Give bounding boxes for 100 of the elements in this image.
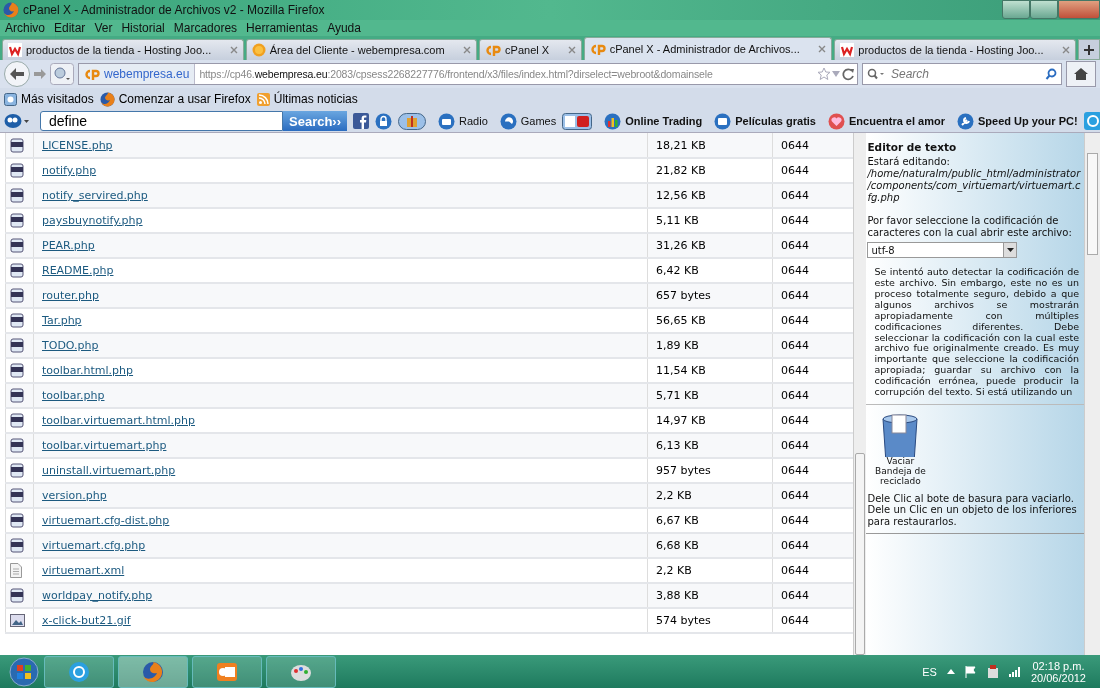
toolbar-link[interactable]: Encuentra el amor <box>828 112 945 130</box>
close-button[interactable] <box>1058 0 1100 19</box>
file-link[interactable]: router.php <box>42 289 99 302</box>
power-icon[interactable] <box>986 664 999 679</box>
file-link[interactable]: virtuemart.xml <box>42 564 125 577</box>
address-bar[interactable]: webempresa.eu https://cp46.webempresa.eu:2083/cpsess2268227776/frontend/x3/files/index.html?dirselect=webroot&domainsele <box>78 63 858 85</box>
file-link[interactable]: toolbar.html.php <box>42 364 134 377</box>
browser-tab[interactable]: Área del Cliente - webempresa.com <box>245 39 478 60</box>
clock-date[interactable]: 20/06/2012 <box>1030 671 1086 684</box>
file-link[interactable]: toolbar.virtuemart.php <box>42 439 167 452</box>
table-cell: 31,26 KB <box>647 233 773 258</box>
trash-bin-icon[interactable] <box>880 413 921 458</box>
taskbar-button[interactable] <box>118 655 188 688</box>
file-link[interactable]: uninstall.virtuemart.php <box>42 464 176 477</box>
search-field[interactable]: define <box>40 111 283 131</box>
file-link[interactable]: notify_servired.php <box>42 189 148 202</box>
close-icon[interactable] <box>818 45 827 53</box>
home-button[interactable] <box>1066 61 1096 87</box>
dropdown-icon[interactable] <box>831 70 841 78</box>
maximize-button[interactable] <box>1030 0 1058 19</box>
php-file-icon <box>10 137 24 153</box>
lock-icon[interactable] <box>375 112 393 130</box>
file-link[interactable]: PEAR.php <box>42 239 95 252</box>
bookmark-link[interactable]: Más visitados <box>21 92 94 106</box>
menu-item[interactable]: Marcadores <box>173 21 238 35</box>
toolbar-link[interactable]: Games <box>499 112 557 130</box>
scrollbar[interactable] <box>1084 133 1100 655</box>
menu-item[interactable]: Herramientas <box>246 21 319 35</box>
url-text: https://cp46.webempresa.eu:2083/cpsess2268227776/frontend/x3/files/index.html?dirselect=webroot&domainsele <box>198 68 714 80</box>
start-button[interactable] <box>8 656 40 687</box>
browser-tab[interactable]: productos de la tienda - Hosting Joo... <box>834 39 1077 60</box>
home-icon <box>1073 67 1089 81</box>
w-logo-icon <box>840 43 855 57</box>
bookmark-link[interactable]: Últimas noticias <box>273 92 358 106</box>
browser-tab[interactable]: productos de la tienda - Hosting Joo... <box>2 39 244 60</box>
encoding-prompt: Por favor seleccione la codificación de caracteres con la cual abrir este archivo: <box>867 215 1073 239</box>
rss-feed-icon <box>256 92 270 106</box>
language-indicator[interactable]: ES <box>922 665 937 678</box>
file-link[interactable]: notify.php <box>42 164 97 177</box>
table-cell: 0644 <box>772 583 854 608</box>
close-icon[interactable] <box>567 46 576 54</box>
toolbar-link[interactable]: Radio <box>438 112 488 130</box>
php-file-icon <box>10 463 24 478</box>
panel-title: Editor de texto <box>867 141 958 153</box>
menu-item[interactable]: Archivo <box>5 21 45 35</box>
browser-tab[interactable]: cPanel X <box>479 39 582 60</box>
file-link[interactable]: worldpay_notify.php <box>42 589 153 602</box>
php-file-icon <box>10 338 24 353</box>
image-file-icon <box>10 614 25 627</box>
menu-item[interactable]: Ver <box>94 21 113 35</box>
php-file-icon <box>10 538 24 553</box>
file-path-text: Estará editando: /home/naturalm/public_html/administrator/components/com_virtuemart/virtuemart.cfg.php <box>867 156 1082 204</box>
close-icon[interactable] <box>1062 46 1071 54</box>
search-icon[interactable] <box>1045 67 1057 81</box>
eyes-logo-icon[interactable] <box>4 113 30 129</box>
php-file-icon <box>10 363 24 378</box>
file-link[interactable]: virtuemart.cfg-dist.php <box>42 514 170 527</box>
file-link[interactable]: x-click-but21.gif <box>42 614 131 627</box>
browser-tab[interactable]: cPanel X - Administrador de Archivos... <box>583 37 833 60</box>
file-link[interactable]: paysbuynotify.php <box>42 214 143 227</box>
close-icon[interactable] <box>463 46 472 54</box>
file-link[interactable]: virtuemart.cfg.php <box>42 539 146 552</box>
menu-item[interactable]: Ayuda <box>327 21 361 35</box>
file-link[interactable]: Tar.php <box>42 314 82 327</box>
star-icon[interactable] <box>817 67 831 81</box>
file-link[interactable]: toolbar.php <box>42 389 105 402</box>
reload-icon[interactable] <box>841 67 857 81</box>
back-button[interactable] <box>4 61 30 87</box>
menu-item[interactable]: Historial <box>121 21 165 35</box>
signal-icon[interactable] <box>1008 666 1021 677</box>
flag-icon[interactable] <box>964 665 977 678</box>
new-tab-button[interactable] <box>1078 39 1100 60</box>
scrollbar[interactable] <box>853 133 867 655</box>
encoding-dropdown[interactable]: utf-8 <box>867 242 1018 258</box>
bookmark-link[interactable]: Comenzar a usar Firefox <box>118 92 251 106</box>
cpanel-logo-icon <box>84 68 100 80</box>
facebook-icon[interactable] <box>353 113 370 129</box>
file-link[interactable]: TODO.php <box>42 339 99 352</box>
toolbar-link[interactable]: Online Trading <box>604 112 703 130</box>
taskbar-button[interactable] <box>192 655 262 688</box>
page-info-icon[interactable] <box>50 63 74 85</box>
table-cell: 0644 <box>772 233 854 258</box>
table-cell: 1,89 KB <box>647 333 773 358</box>
forward-arrow-icon[interactable] <box>34 69 46 79</box>
file-link[interactable]: version.php <box>42 489 107 502</box>
taskbar-button[interactable] <box>44 655 114 688</box>
file-link[interactable]: LICENSE.php <box>42 138 113 152</box>
close-icon[interactable] <box>229 46 238 54</box>
minimize-button[interactable] <box>1002 0 1030 19</box>
search-box[interactable]: Search <box>862 63 1062 85</box>
search-button[interactable]: Search›› <box>283 111 348 131</box>
taskbar-button[interactable] <box>266 655 336 688</box>
chevron-up-icon[interactable] <box>946 669 955 674</box>
toolbar-link[interactable]: Películas gratis <box>714 112 816 130</box>
toolbar-link[interactable]: Speed Up your PC! <box>956 112 1078 130</box>
php-file-icon <box>10 288 24 303</box>
menu-item[interactable]: Editar <box>54 21 86 35</box>
clock-time[interactable]: 02:18 p.m. <box>1032 659 1085 672</box>
file-link[interactable]: README.php <box>42 264 114 277</box>
file-link[interactable]: toolbar.virtuemart.html.php <box>42 414 195 427</box>
